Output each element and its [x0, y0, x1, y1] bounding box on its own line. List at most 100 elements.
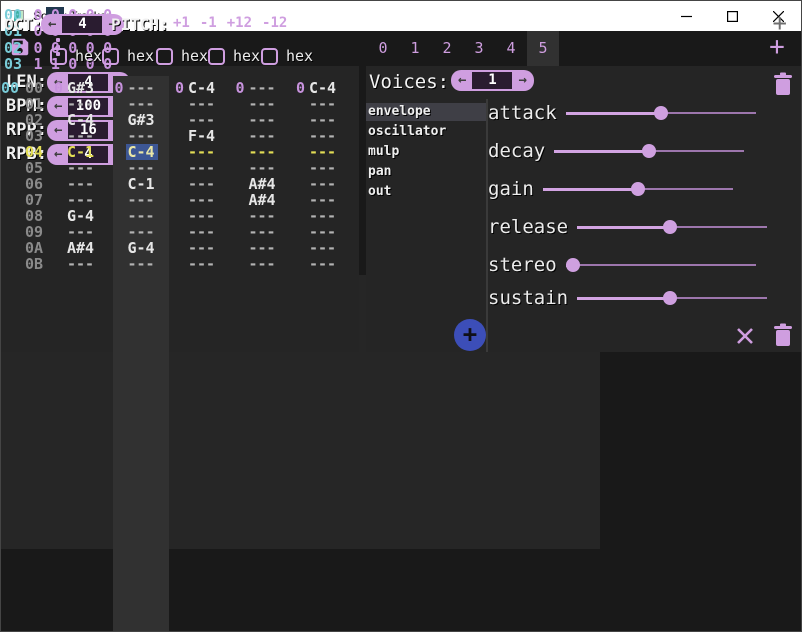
clear-unit-button[interactable] [736, 327, 754, 345]
pattern-note-cell[interactable]: A#4 [249, 176, 277, 192]
pattern-note-cell[interactable]: --- [188, 144, 216, 160]
pattern-note-cell[interactable]: --- [309, 112, 337, 128]
pattern-note-cell[interactable]: --- [188, 96, 216, 112]
order-row-number: 02 [4, 40, 22, 56]
slider-thumb[interactable] [663, 291, 677, 305]
pattern-note-cell[interactable]: --- [128, 224, 156, 240]
pattern-note-cell[interactable]: --- [128, 80, 156, 96]
pattern-note-cell[interactable]: --- [67, 256, 95, 272]
delete-unit-button[interactable] [773, 323, 793, 347]
pitch-button-+12[interactable]: +12 [227, 15, 252, 31]
pitch-button-+1[interactable]: +1 [173, 15, 190, 31]
pattern-note-cell[interactable]: --- [128, 208, 156, 224]
hex-checkbox[interactable] [50, 48, 67, 65]
order-cell[interactable]: 0 [29, 40, 47, 56]
pattern-note-cell[interactable]: --- [188, 256, 216, 272]
pattern-index[interactable]: 0 [236, 80, 245, 96]
pattern-index[interactable]: 0 [54, 80, 63, 96]
pattern-note-cell[interactable]: F-4 [188, 128, 216, 144]
pattern-note-cell[interactable]: --- [249, 144, 277, 160]
pattern-note-cell[interactable]: C-1 [67, 144, 95, 160]
pattern-note-cell[interactable]: --- [128, 256, 156, 272]
pattern-note-cell[interactable]: G#3 [67, 80, 95, 96]
add-unit-button[interactable]: + [454, 319, 486, 351]
pattern-note-cell[interactable]: --- [128, 192, 156, 208]
pitch-button--12[interactable]: -12 [262, 15, 287, 31]
pattern-note-cell[interactable]: --- [309, 208, 337, 224]
minimize-button[interactable] [663, 1, 709, 31]
pattern-note-cell[interactable]: G-4 [67, 208, 95, 224]
pattern-note-cell[interactable]: --- [128, 128, 156, 144]
pattern-note-cell[interactable]: --- [67, 192, 95, 208]
octave-decrement[interactable]: ← [48, 14, 56, 35]
pattern-note-cell[interactable]: --- [188, 112, 216, 128]
hex-label: hex [75, 47, 102, 65]
pattern-note-cell[interactable]: --- [309, 176, 337, 192]
pattern-note-cell[interactable]: C-1 [128, 176, 156, 192]
pattern-row: 01--------------- [1, 96, 801, 112]
pattern-note-cell[interactable]: --- [309, 96, 337, 112]
pattern-index[interactable]: 0 [115, 80, 124, 96]
add-track-button[interactable]: + [773, 9, 787, 37]
pattern-note-cell[interactable]: --- [309, 144, 337, 160]
pattern-note-cell[interactable]: A#4 [249, 192, 277, 208]
slider-fill [577, 297, 670, 300]
pattern-note-cell[interactable]: --- [309, 224, 337, 240]
pattern-note-cell[interactable]: --- [128, 96, 156, 112]
tab-instrument-0[interactable]: 0 [367, 31, 399, 66]
pattern-note-cell[interactable]: --- [188, 240, 216, 256]
param-slider-sustain[interactable] [577, 290, 767, 306]
pattern-note-cell[interactable]: --- [188, 224, 216, 240]
hex-checkbox[interactable] [261, 48, 278, 65]
pattern-note-cell[interactable]: --- [188, 176, 216, 192]
hex-checkbox[interactable] [156, 48, 173, 65]
tab-instrument-3[interactable]: 3 [463, 31, 495, 66]
pattern-index[interactable]: 0 [296, 80, 305, 96]
order-cell[interactable]: 1 [29, 56, 47, 72]
pattern-note-cell[interactable]: --- [249, 224, 277, 240]
pattern-note-cell[interactable]: --- [67, 160, 95, 176]
pattern-note-cell[interactable]: --- [188, 192, 216, 208]
pitch-button--1[interactable]: -1 [200, 15, 217, 31]
pattern-note-cell[interactable]: --- [309, 256, 337, 272]
maximize-button[interactable] [709, 1, 755, 31]
pattern-note-cell[interactable]: --- [249, 240, 277, 256]
pattern-note-cell[interactable]: C-4 [67, 112, 95, 128]
hex-checkbox[interactable] [208, 48, 225, 65]
pattern-row: 09--------------- [1, 224, 801, 240]
pattern-note-cell[interactable]: --- [67, 224, 95, 240]
pattern-note-cell[interactable]: --- [67, 96, 95, 112]
pattern-note-cell[interactable]: --- [309, 240, 337, 256]
pattern-note-cell[interactable]: C-4 [126, 144, 158, 160]
pattern-note-cell[interactable]: C-4 [309, 80, 337, 96]
pattern-note-cell[interactable]: --- [188, 160, 216, 176]
pattern-note-cell[interactable]: --- [249, 160, 277, 176]
hex-toggle-group: hex [50, 47, 102, 65]
hex-checkbox[interactable] [102, 48, 119, 65]
pattern-note-cell[interactable]: --- [309, 160, 337, 176]
pattern-note-cell[interactable]: --- [67, 128, 95, 144]
pattern-note-cell[interactable]: --- [188, 208, 216, 224]
pattern-note-cell[interactable]: --- [309, 128, 337, 144]
pattern-note-cell[interactable]: --- [249, 256, 277, 272]
pattern-note-cell[interactable]: --- [128, 160, 156, 176]
pattern-row-number: 0A [25, 240, 43, 256]
pattern-note-cell[interactable]: --- [249, 128, 277, 144]
tab-instrument-1[interactable]: 1 [399, 31, 431, 66]
pattern-note-cell[interactable]: C-4 [188, 80, 216, 96]
pattern-note-cell[interactable]: G-4 [128, 240, 156, 256]
tab-instrument-5[interactable]: 5 [527, 31, 559, 66]
pattern-note-cell[interactable]: G#3 [128, 112, 156, 128]
tab-instrument-2[interactable]: 2 [431, 31, 463, 66]
pattern-index[interactable]: 0 [175, 80, 184, 96]
hex-toggle-group: hex [208, 47, 260, 65]
pattern-note-cell[interactable]: --- [67, 176, 95, 192]
pattern-note-cell[interactable]: A#4 [67, 240, 95, 256]
tab-instrument-4[interactable]: 4 [495, 31, 527, 66]
pattern-note-cell[interactable]: --- [309, 192, 337, 208]
pattern-note-cell[interactable]: --- [249, 208, 277, 224]
pattern-note-cell[interactable]: --- [249, 96, 277, 112]
pattern-note-cell[interactable]: --- [249, 112, 277, 128]
pattern-row: 05--------------- [1, 160, 801, 176]
pattern-note-cell[interactable]: --- [249, 80, 277, 96]
